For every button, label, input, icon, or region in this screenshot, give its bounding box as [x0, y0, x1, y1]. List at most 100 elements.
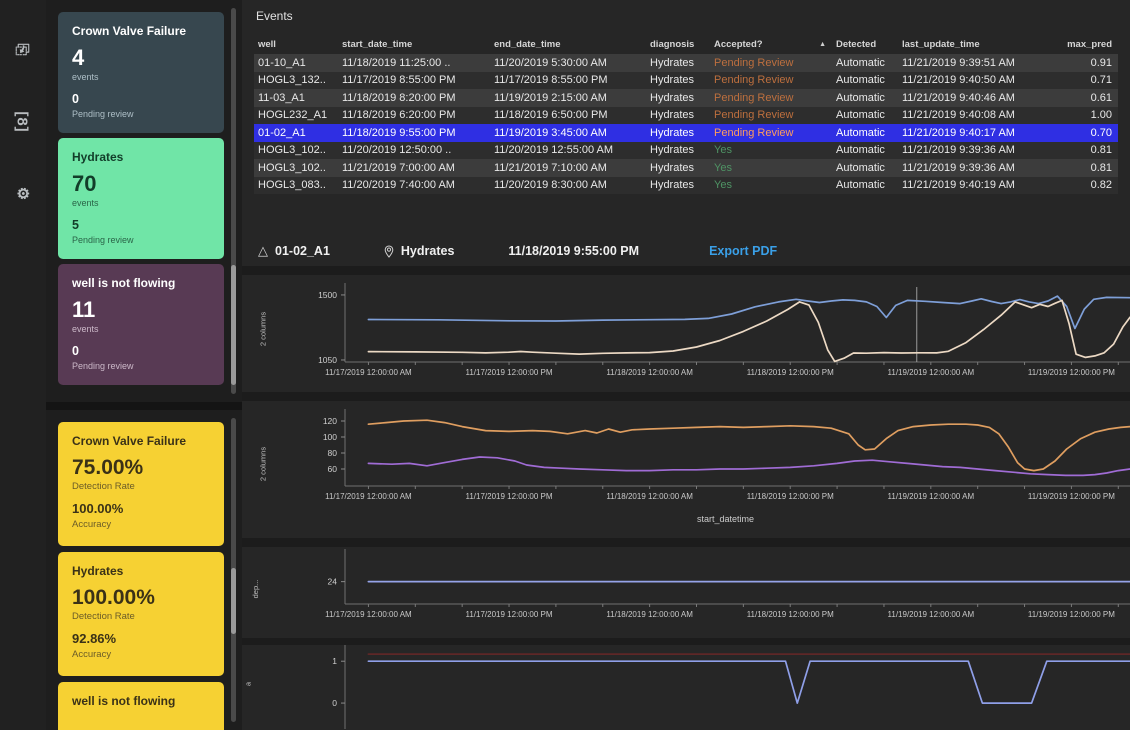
x-tick-label: 11/19/2019 12:00:00 AM [888, 492, 975, 501]
detection-metric-card[interactable]: Hydrates100.00%Detection Rate92.86%Accur… [58, 552, 224, 676]
accuracy-value: 92.86% [72, 631, 210, 646]
event-count-card[interactable]: Crown Valve Failure4events0Pending revie… [58, 12, 224, 133]
events-count: 4 [72, 47, 210, 69]
table-row[interactable]: HOGL3_102..11/20/2019 12:50:00 ..11/20/2… [254, 142, 1118, 160]
cell-accepted: Pending Review [710, 127, 832, 139]
table-row[interactable]: HOGL232_A111/18/2019 6:20:00 PM11/18/201… [254, 107, 1118, 125]
selected-diagnosis-label: Hydrates [401, 244, 455, 258]
cell-max-pred: 0.70 [1048, 127, 1118, 139]
column-header-max-pred[interactable]: max_pred [1048, 39, 1118, 50]
cell-well: 01-10_A1 [254, 57, 338, 69]
cell-detected: Automatic [832, 57, 898, 69]
pending-count: 0 [72, 344, 210, 358]
card-title: well is not flowing [72, 276, 210, 290]
cell-end-date-time: 11/17/2019 8:55:00 PM [490, 74, 646, 86]
y-axis-label: a [244, 682, 253, 686]
chart-2: 2 columns120100806011/17/2019 12:00:00 A… [242, 401, 1130, 538]
events-label: events [72, 198, 210, 208]
table-row[interactable]: HOGL3_132..11/17/2019 8:55:00 PM11/17/20… [254, 72, 1118, 90]
card-title: Hydrates [72, 564, 210, 578]
detection-metric-card[interactable]: well is not flowing [58, 682, 224, 730]
table-row[interactable]: HOGL3_083..11/20/2019 7:40:00 AM11/20/20… [254, 177, 1118, 195]
cell-max-pred: 0.71 [1048, 74, 1118, 86]
column-header-last-update-time[interactable]: last_update_time [898, 39, 1048, 50]
cell-end-date-time: 11/20/2019 12:55:00 AM [490, 144, 646, 156]
table-row[interactable]: HOGL3_102..11/21/2019 7:00:00 AM11/21/20… [254, 159, 1118, 177]
panel-divider [242, 266, 1130, 275]
x-tick-label: 11/17/2019 12:00:00 PM [466, 492, 553, 501]
svg-text:1500: 1500 [318, 290, 337, 300]
cell-last-update-time: 11/21/2019 9:40:19 AM [898, 179, 1048, 191]
accuracy-label: Accuracy [72, 649, 210, 660]
svg-text:120: 120 [323, 416, 337, 426]
cell-well: HOGL3_102.. [254, 162, 338, 174]
cell-end-date-time: 11/20/2019 8:30:00 AM [490, 179, 646, 191]
pending-label: Pending review [72, 235, 210, 245]
scrollbar-thumb[interactable] [231, 568, 236, 634]
column-header-diagnosis[interactable]: diagnosis [646, 39, 710, 50]
chart-plot-area[interactable]: 2411/17/2019 12:00:00 AM11/17/2019 12:00… [250, 547, 1130, 638]
cell-end-date-time: 11/18/2019 6:50:00 PM [490, 109, 646, 121]
column-header-detected[interactable]: Detected [832, 39, 898, 50]
cell-accepted: Yes [710, 162, 832, 174]
chart-1: 2 columns1500105011/17/2019 12:00:00 AM1… [242, 275, 1130, 392]
x-axis-title: start_datetime [697, 514, 754, 524]
selected-event-bar: △ 01-02_A1 Hydrates 11/18/2019 9:55:00 P… [258, 240, 1130, 262]
svg-text:24: 24 [328, 577, 338, 587]
selected-event-time: 11/18/2019 9:55:00 PM [508, 244, 639, 258]
selected-diagnosis: Hydrates [384, 244, 455, 258]
x-tick-label: 11/17/2019 12:00:00 AM [325, 610, 412, 619]
table-row-selected[interactable]: 01-02_A111/18/2019 9:55:00 PM11/19/2019 … [254, 124, 1118, 142]
table-row[interactable]: 11-03_A111/18/2019 8:20:00 PM11/19/2019 … [254, 89, 1118, 107]
cell-last-update-time: 11/21/2019 9:39:36 AM [898, 162, 1048, 174]
column-header-accepted-[interactable]: Accepted?▲ [710, 39, 832, 50]
detection-rate-label: Detection Rate [72, 481, 210, 492]
sidebar-rail: ⎘[8]⚙ [0, 0, 46, 730]
cell-diagnosis: Hydrates [646, 127, 710, 139]
cell-well: HOGL232_A1 [254, 109, 338, 121]
cell-diagnosis: Hydrates [646, 74, 710, 86]
cell-start-date-time: 11/20/2019 7:40:00 AM [338, 179, 490, 191]
column-header-well[interactable]: well [254, 39, 338, 50]
cell-max-pred: 0.82 [1048, 179, 1118, 191]
scrollbar-thumb[interactable] [231, 265, 236, 385]
panel-divider [242, 392, 1130, 401]
svg-text:1050: 1050 [318, 355, 337, 365]
chart-plot-area[interactable]: 120100806011/17/2019 12:00:00 AM11/17/20… [250, 401, 1130, 538]
chart-plot-area[interactable]: 10 [250, 645, 1130, 730]
cell-last-update-time: 11/21/2019 9:40:08 AM [898, 109, 1048, 121]
selected-datetime-label: 11/18/2019 9:55:00 PM [508, 244, 639, 258]
column-header-start-date-time[interactable]: start_date_time [338, 39, 490, 50]
y-axis-label: dep... [251, 579, 260, 598]
selected-well: △ 01-02_A1 [258, 243, 330, 259]
x-tick-label: 11/17/2019 12:00:00 AM [325, 368, 412, 377]
event-count-card[interactable]: Hydrates70events5Pending review [58, 138, 224, 259]
x-tick-label: 11/18/2019 12:00:00 AM [606, 610, 693, 619]
card-title: Hydrates [72, 150, 210, 164]
table-row[interactable]: 01-10_A111/18/2019 11:25:00 ..11/20/2019… [254, 54, 1118, 72]
cell-end-date-time: 11/21/2019 7:10:00 AM [490, 162, 646, 174]
x-tick-label: 11/17/2019 12:00:00 AM [325, 492, 412, 501]
cell-last-update-time: 11/21/2019 9:40:46 AM [898, 92, 1048, 104]
x-tick-label: 11/19/2019 12:00:00 AM [888, 368, 975, 377]
svg-text:80: 80 [328, 448, 338, 458]
export-pdf-link[interactable]: Export PDF [709, 244, 777, 258]
x-tick-label: 11/19/2019 12:00:00 PM [1028, 610, 1115, 619]
chart-plot-area[interactable]: 1500105011/17/2019 12:00:00 AM11/17/2019… [250, 275, 1130, 392]
svg-text:1: 1 [332, 656, 337, 666]
cell-diagnosis: Hydrates [646, 179, 710, 191]
cell-accepted: Yes [710, 144, 832, 156]
detection-metric-card[interactable]: Crown Valve Failure75.00%Detection Rate1… [58, 422, 224, 546]
cell-well: HOGL3_102.. [254, 144, 338, 156]
cell-start-date-time: 11/17/2019 8:55:00 PM [338, 74, 490, 86]
x-tick-label: 11/18/2019 12:00:00 AM [606, 492, 693, 501]
events-label: events [72, 324, 210, 334]
pending-count: 5 [72, 218, 210, 232]
card-title: well is not flowing [72, 694, 210, 708]
event-count-card[interactable]: well is not flowing11events0Pending revi… [58, 264, 224, 385]
column-header-end-date-time[interactable]: end_date_time [490, 39, 646, 50]
cell-well: 11-03_A1 [254, 92, 338, 104]
cell-max-pred: 0.61 [1048, 92, 1118, 104]
cell-start-date-time: 11/21/2019 7:00:00 AM [338, 162, 490, 174]
cell-diagnosis: Hydrates [646, 109, 710, 121]
